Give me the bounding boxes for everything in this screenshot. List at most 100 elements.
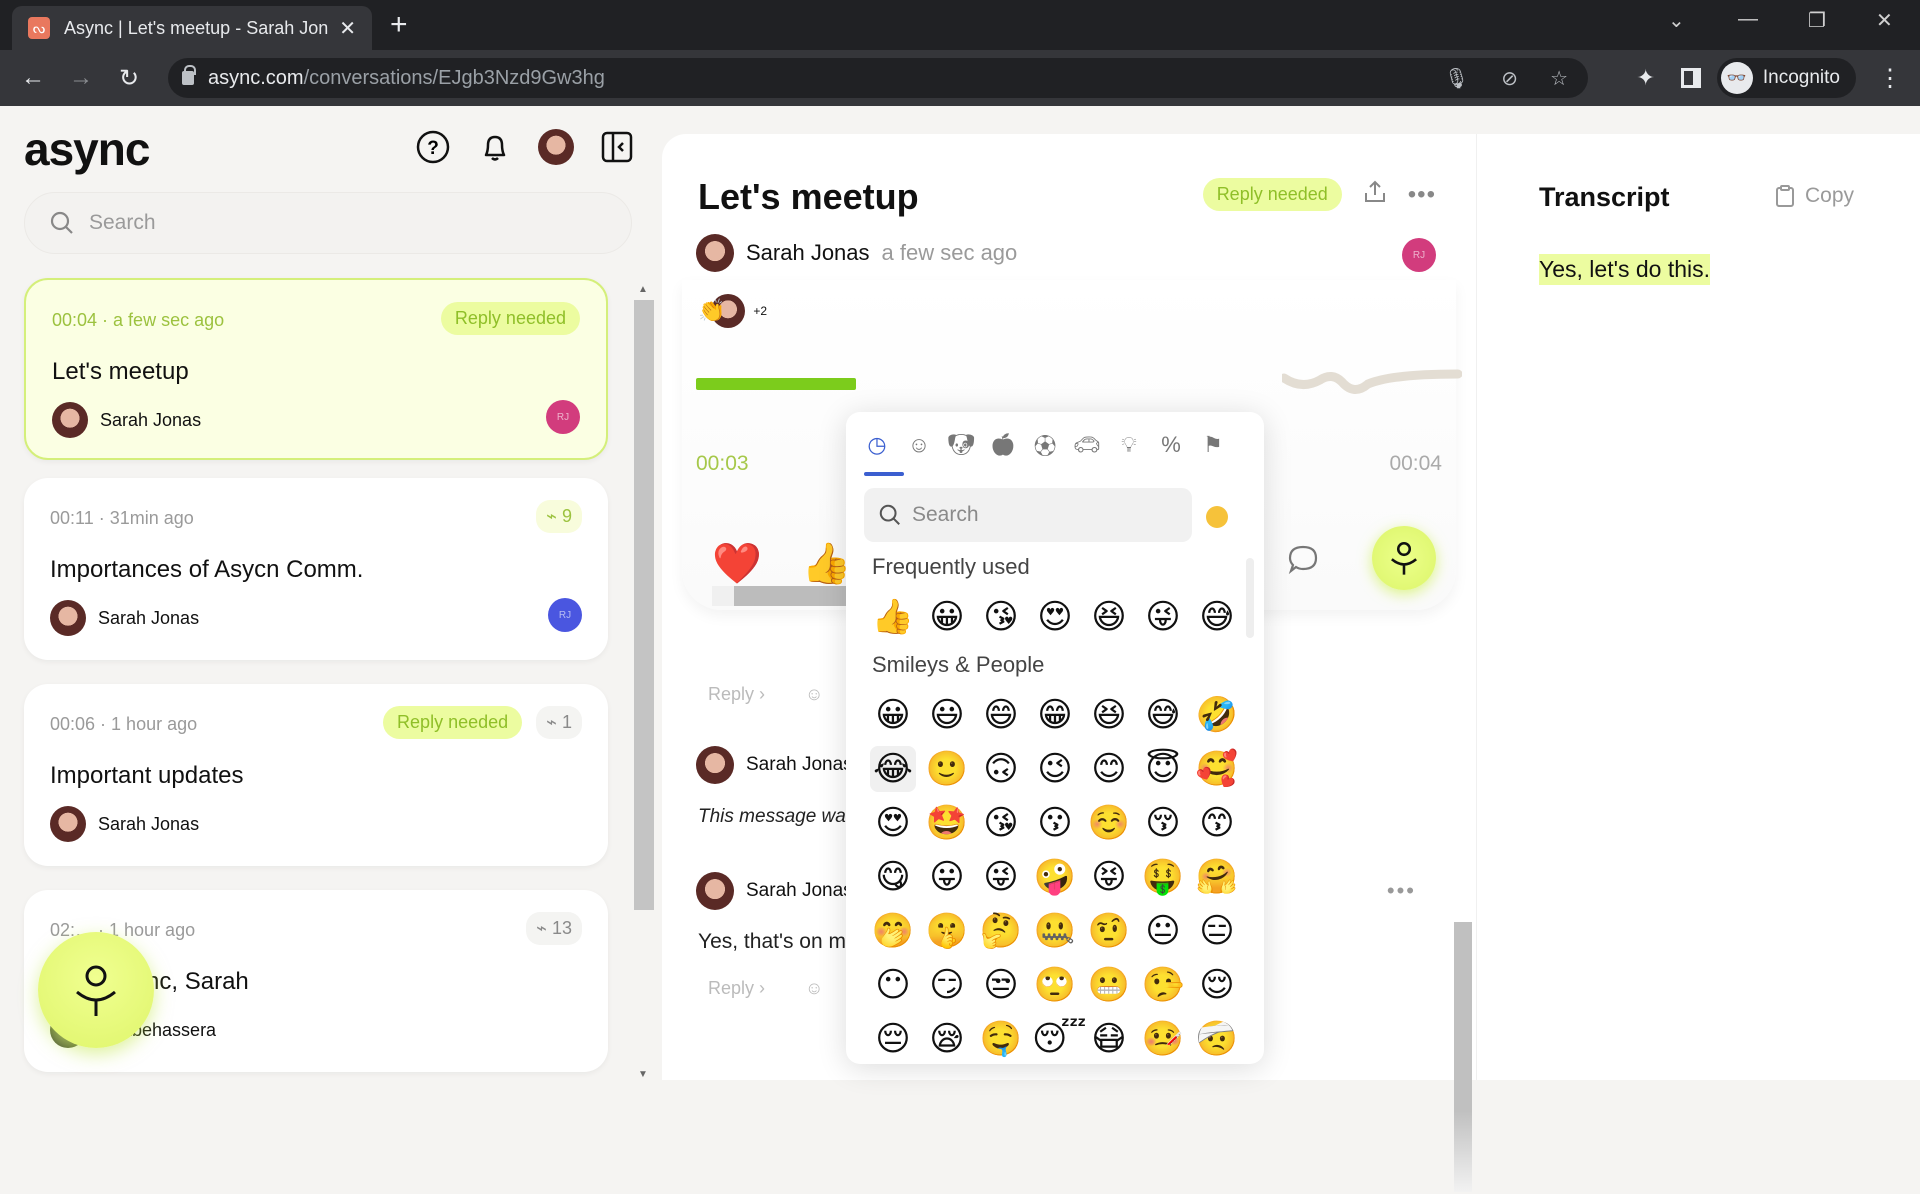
- emoji-button[interactable]: 🥰: [1194, 746, 1240, 792]
- emoji-button[interactable]: 🤭: [870, 908, 916, 954]
- emoji-button[interactable]: 😑: [1194, 908, 1240, 954]
- emoji-button[interactable]: 😶: [870, 962, 916, 1008]
- emoji-button[interactable]: 😙: [1194, 800, 1240, 846]
- minimize-button[interactable]: —: [1738, 8, 1758, 31]
- sidebar-search-input[interactable]: Search: [24, 192, 632, 254]
- new-tab-button[interactable]: +: [390, 8, 408, 42]
- skin-tone-selector[interactable]: [1206, 506, 1228, 528]
- copy-button[interactable]: Copy: [1775, 184, 1854, 208]
- emoji-button[interactable]: 🤨: [1086, 908, 1132, 954]
- add-reaction-icon[interactable]: ☺: [805, 684, 823, 705]
- emoji-button[interactable]: 😁: [1032, 692, 1078, 738]
- user-avatar[interactable]: [538, 129, 574, 165]
- sidebar-scrollbar[interactable]: ▲ ▼: [632, 282, 656, 1080]
- close-window-button[interactable]: ✕: [1876, 8, 1893, 33]
- emoji-button[interactable]: 😇: [1140, 746, 1186, 792]
- recent-category-icon[interactable]: ◷: [862, 430, 892, 460]
- emoji-button[interactable]: 🤩: [924, 800, 970, 846]
- thumbs-up-reaction-button[interactable]: 👍: [802, 540, 852, 587]
- emoji-button[interactable]: 😪: [924, 1016, 970, 1062]
- close-tab-icon[interactable]: ✕: [339, 16, 356, 41]
- emoji-button[interactable]: 🤒: [1140, 1016, 1186, 1062]
- emoji-button[interactable]: 🤕: [1194, 1016, 1240, 1062]
- emoji-button[interactable]: 🤗: [1194, 854, 1240, 900]
- emoji-button[interactable]: 😘: [978, 800, 1024, 846]
- emoji-button[interactable]: 😄: [978, 692, 1024, 738]
- emoji-button[interactable]: 🙂: [924, 746, 970, 792]
- emoji-button[interactable]: 😏: [924, 962, 970, 1008]
- emoji-button[interactable]: 😀: [870, 692, 916, 738]
- emoji-button[interactable]: 🤥: [1140, 962, 1186, 1008]
- messages-scrollbar[interactable]: [1452, 824, 1472, 1194]
- emoji-button[interactable]: 😌: [1194, 962, 1240, 1008]
- emoji-button[interactable]: 🤑: [1140, 854, 1186, 900]
- emoji-button[interactable]: 😂: [870, 746, 916, 792]
- emoji-button[interactable]: 😆: [1086, 692, 1132, 738]
- eye-off-icon[interactable]: ⊘: [1501, 66, 1518, 91]
- emoji-button[interactable]: 😬: [1086, 962, 1132, 1008]
- heart-reaction-button[interactable]: ❤️: [712, 540, 762, 587]
- incognito-profile-button[interactable]: 👓 Incognito: [1716, 58, 1856, 98]
- help-icon[interactable]: ?: [414, 128, 452, 166]
- reload-icon[interactable]: ↻: [112, 64, 146, 93]
- emoji-button[interactable]: 😉: [1032, 746, 1078, 792]
- reactions-scrollbar[interactable]: [712, 586, 852, 606]
- food-category-icon[interactable]: 🍎︎: [988, 430, 1018, 460]
- reply-link[interactable]: Reply ›: [708, 684, 765, 705]
- restore-button[interactable]: ❐: [1808, 8, 1826, 33]
- back-icon[interactable]: ←: [16, 64, 50, 92]
- emoji-button[interactable]: 😐: [1140, 908, 1186, 954]
- tab-search-chevron-icon[interactable]: ⌄: [1668, 8, 1685, 33]
- waveform[interactable]: [1282, 360, 1462, 410]
- emoji-button[interactable]: 🤪: [1032, 854, 1078, 900]
- emoji-button[interactable]: 😀: [924, 594, 970, 640]
- emoji-button[interactable]: 😆: [1086, 594, 1132, 640]
- scroll-down-arrow-icon[interactable]: ▼: [638, 1069, 648, 1080]
- emoji-button[interactable]: ☺️: [1086, 800, 1132, 846]
- emoji-button[interactable]: 🤔: [978, 908, 1024, 954]
- emoji-search-input[interactable]: Search: [864, 488, 1192, 542]
- scrollbar-thumb[interactable]: [634, 300, 654, 910]
- animals-category-icon[interactable]: 🐶︎: [946, 430, 976, 460]
- status-badge[interactable]: Reply needed: [1202, 178, 1342, 211]
- emoji-button[interactable]: 🙄: [1032, 962, 1078, 1008]
- emoji-button[interactable]: 😝: [1086, 854, 1132, 900]
- emoji-button[interactable]: 😅: [1140, 692, 1186, 738]
- reaction-summary[interactable]: 👏 +2: [698, 294, 772, 328]
- emoji-button[interactable]: 🤐: [1032, 908, 1078, 954]
- emoji-button[interactable]: 🙃: [978, 746, 1024, 792]
- emoji-button[interactable]: 😜: [1140, 594, 1186, 640]
- symbols-category-icon[interactable]: %: [1156, 430, 1186, 460]
- address-bar[interactable]: async.com/conversations/EJgb3Nzd9Gw3hg 🎙…: [168, 58, 1588, 98]
- emoji-button[interactable]: 😒: [978, 962, 1024, 1008]
- emoji-button[interactable]: 👍: [870, 594, 916, 640]
- flags-category-icon[interactable]: ⚑: [1198, 430, 1228, 460]
- collapse-sidebar-icon[interactable]: [598, 128, 636, 166]
- more-options-icon[interactable]: •••: [1408, 181, 1436, 209]
- emoji-button[interactable]: 😊: [1086, 746, 1132, 792]
- emoji-button[interactable]: 🤫: [924, 908, 970, 954]
- async-logo[interactable]: async: [24, 122, 150, 176]
- star-icon[interactable]: ☆: [1550, 66, 1568, 91]
- emoji-button[interactable]: 😅: [1194, 594, 1240, 640]
- record-button[interactable]: [38, 932, 154, 1048]
- scroll-up-arrow-icon[interactable]: ▲: [638, 284, 648, 295]
- emoji-button[interactable]: 😘: [978, 594, 1024, 640]
- objects-category-icon[interactable]: 💡︎: [1114, 430, 1144, 460]
- conversation-card[interactable]: 00:06 · 1 hour ago Reply needed ⌁ 1 Impo…: [24, 684, 608, 866]
- activity-category-icon[interactable]: ⚽︎: [1030, 430, 1060, 460]
- playback-progress[interactable]: [696, 378, 856, 390]
- emoji-button[interactable]: 😷: [1086, 1016, 1132, 1062]
- conversation-card[interactable]: 00:11 · 31min ago ⌁ 9 Importances of Asy…: [24, 478, 608, 660]
- emoji-button[interactable]: 😍: [870, 800, 916, 846]
- share-icon[interactable]: [1362, 179, 1388, 210]
- emoji-button[interactable]: 🤣: [1194, 692, 1240, 738]
- reply-link[interactable]: Reply ›: [708, 978, 765, 999]
- forward-icon[interactable]: →: [64, 64, 98, 92]
- browser-tab-active[interactable]: ᔓ Async | Let's meetup - Sarah Jonas ✕: [12, 6, 372, 50]
- emoji-button[interactable]: 😚: [1140, 800, 1186, 846]
- add-reaction-icon[interactable]: ☺: [805, 978, 823, 999]
- emoji-button[interactable]: 😍: [1032, 594, 1078, 640]
- conversation-card[interactable]: 00:04 · a few sec ago Reply needed Let's…: [24, 278, 608, 460]
- emoji-button[interactable]: 😗: [1032, 800, 1078, 846]
